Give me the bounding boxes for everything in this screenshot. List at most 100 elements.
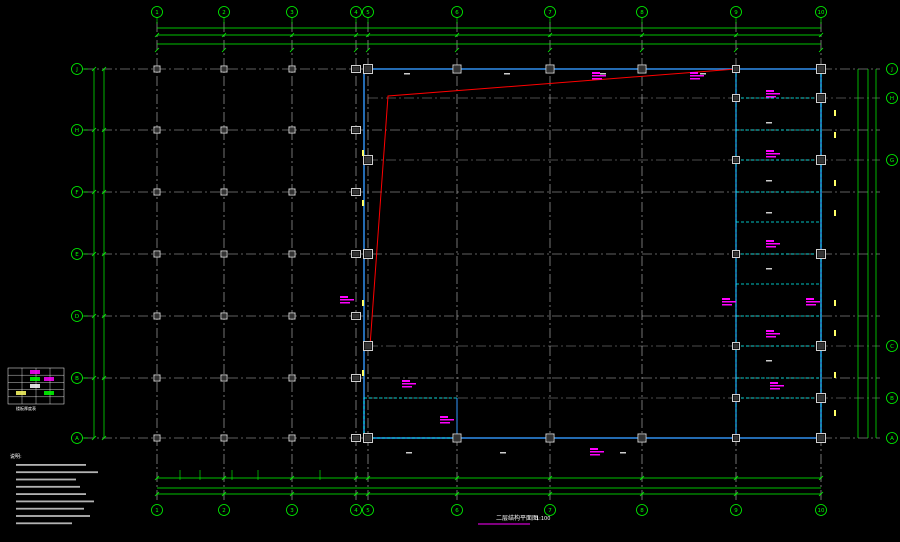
side-mark bbox=[834, 372, 836, 378]
column-axis-bottom-label: 3 bbox=[290, 508, 294, 514]
beam-label bbox=[766, 360, 772, 362]
column-fill bbox=[817, 156, 825, 164]
side-mark bbox=[362, 370, 364, 376]
note-line bbox=[16, 500, 94, 503]
column-fill bbox=[222, 252, 226, 256]
column-fill bbox=[290, 67, 294, 71]
rebar-tag-line bbox=[590, 454, 600, 456]
column-axis-top-label: 6 bbox=[455, 10, 459, 16]
column-fill bbox=[733, 66, 739, 72]
column-fill bbox=[155, 436, 159, 440]
rebar-tag-line bbox=[766, 243, 780, 245]
column-fill bbox=[733, 395, 739, 401]
column-fill bbox=[155, 190, 159, 194]
row-axis-right-label: B bbox=[890, 396, 894, 402]
rebar-tag bbox=[440, 416, 448, 418]
row-axis-right-label: A bbox=[890, 436, 894, 442]
column-fill bbox=[547, 435, 553, 441]
column-fill bbox=[817, 342, 825, 350]
column-fill bbox=[290, 436, 294, 440]
beam-label bbox=[766, 122, 772, 124]
drawing-scale: 1:100 bbox=[536, 516, 550, 522]
rebar-tag bbox=[766, 90, 774, 92]
rebar-tag-line bbox=[690, 75, 704, 77]
rebar-tag-line bbox=[440, 422, 450, 424]
row-axis-left-label: D bbox=[75, 314, 79, 320]
column-fill bbox=[222, 190, 226, 194]
beam-label bbox=[766, 180, 772, 182]
rebar-tag-line bbox=[592, 78, 602, 80]
column-axis-top-label: 10 bbox=[818, 10, 825, 16]
note-line bbox=[16, 464, 86, 466]
column-fill bbox=[364, 250, 372, 258]
rebar-tag-line bbox=[402, 386, 412, 388]
column-axis-bottom-label: 2 bbox=[222, 508, 226, 514]
rebar-tag-line bbox=[806, 304, 816, 306]
legend-swatch bbox=[44, 391, 54, 395]
rebar-tag bbox=[766, 150, 774, 152]
column-fill bbox=[222, 128, 226, 132]
column-axis-top-label: 1 bbox=[155, 10, 159, 16]
row-axis-right-label: J bbox=[890, 67, 893, 73]
column-fill bbox=[817, 250, 825, 258]
rebar-tag-line bbox=[770, 388, 780, 390]
legend-swatch bbox=[44, 377, 54, 381]
rebar-tag-line bbox=[806, 301, 820, 303]
column-axis-top-label: 4 bbox=[354, 10, 358, 16]
column-fill bbox=[155, 314, 159, 318]
beam-label bbox=[700, 73, 706, 75]
drawing-background bbox=[0, 0, 900, 542]
column-fill bbox=[733, 95, 739, 101]
rebar-tag bbox=[592, 72, 600, 74]
column-fill bbox=[352, 189, 360, 195]
column-fill bbox=[817, 94, 825, 102]
column-fill bbox=[547, 66, 553, 72]
rebar-tag bbox=[766, 330, 774, 332]
column-fill bbox=[290, 252, 294, 256]
column-fill bbox=[290, 190, 294, 194]
side-mark bbox=[834, 410, 836, 416]
side-mark bbox=[834, 180, 836, 186]
column-fill bbox=[352, 375, 360, 381]
note-line bbox=[16, 493, 86, 495]
notes-heading: 说明: bbox=[10, 453, 22, 460]
column-fill bbox=[352, 435, 360, 441]
beam-label bbox=[600, 73, 606, 75]
rebar-tag bbox=[340, 296, 348, 298]
column-fill bbox=[155, 128, 159, 132]
row-axis-left-label: E bbox=[75, 252, 79, 258]
note-line bbox=[16, 507, 84, 510]
column-fill bbox=[155, 252, 159, 256]
drawing-title: 二层结构平面图 bbox=[496, 514, 538, 522]
rebar-tag-line bbox=[770, 385, 784, 387]
legend-swatch bbox=[16, 391, 26, 395]
column-fill bbox=[222, 376, 226, 380]
column-axis-top-label: 2 bbox=[222, 10, 226, 16]
column-axis-bottom-label: 5 bbox=[366, 508, 370, 514]
beam-label bbox=[620, 452, 626, 454]
row-axis-right-label: C bbox=[890, 344, 894, 350]
note-line bbox=[16, 478, 76, 481]
row-axis-left-label: F bbox=[75, 190, 78, 196]
rebar-tag bbox=[770, 382, 778, 384]
rebar-tag-line bbox=[766, 93, 780, 95]
column-fill bbox=[364, 434, 372, 442]
note-line bbox=[16, 522, 72, 525]
column-fill bbox=[290, 128, 294, 132]
rebar-tag-line bbox=[766, 96, 776, 98]
side-mark bbox=[362, 300, 364, 306]
column-axis-bottom-label: 4 bbox=[354, 508, 358, 514]
row-axis-left-label: A bbox=[75, 436, 79, 442]
column-fill bbox=[817, 65, 825, 73]
side-mark bbox=[362, 200, 364, 206]
rebar-tag-line bbox=[592, 75, 606, 77]
rebar-tag-line bbox=[766, 246, 776, 248]
side-mark bbox=[834, 132, 836, 138]
column-axis-bottom-label: 6 bbox=[455, 508, 459, 514]
column-axis-bottom-label: 9 bbox=[734, 508, 738, 514]
column-axis-top-label: 3 bbox=[290, 10, 294, 16]
side-mark bbox=[834, 110, 836, 116]
column-fill bbox=[155, 376, 159, 380]
legend-swatch bbox=[30, 377, 40, 381]
row-axis-left-label: J bbox=[75, 67, 78, 73]
